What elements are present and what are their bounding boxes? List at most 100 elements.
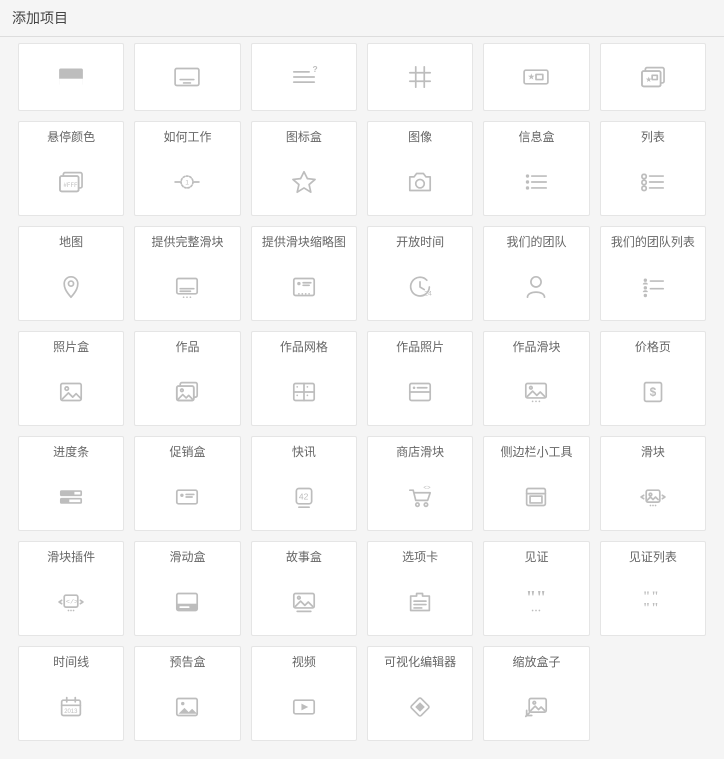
grid-item-slider[interactable]: 滑块 (600, 436, 706, 531)
grid-item-portfolio-photo[interactable]: 作品照片 (367, 331, 473, 426)
grid-item-icon-box[interactable]: 图标盒 (251, 121, 357, 216)
item-label: 进度条 (19, 437, 123, 464)
visual-editor-icon (368, 674, 472, 740)
item-label: 列表 (601, 122, 705, 149)
grid-item-info-box[interactable]: 信息盒 (483, 121, 589, 216)
number-badge-icon: 42 (252, 464, 356, 530)
grid-item-portfolio-grid[interactable]: 作品网格 (251, 331, 357, 426)
grid-item-pricing[interactable]: 价格页 $ (600, 331, 706, 426)
item-label: 滑动盒 (135, 542, 239, 569)
grid-item-tabs[interactable]: 选项卡 (367, 541, 473, 636)
item-grid: ? ★ ★ 悬停颜色 #FFF 如何工作 1 图标盒 (0, 37, 724, 759)
item-label: 信息盒 (484, 122, 588, 149)
grid-item-image[interactable]: 图像 (367, 121, 473, 216)
slider-thumb-icon (252, 254, 356, 320)
photo-icon (19, 359, 123, 425)
svg-text:2013: 2013 (64, 709, 78, 715)
item-label: 图像 (368, 122, 472, 149)
item-label: 提供完整滑块 (135, 227, 239, 254)
svg-text:★: ★ (645, 75, 652, 84)
grid-item-story-box[interactable]: 故事盒 (251, 541, 357, 636)
grid-item-zoom-box[interactable]: 缩放盒子 (483, 646, 589, 741)
promo-box-icon (135, 464, 239, 530)
video-icon (252, 674, 356, 740)
grid-item[interactable]: ★ (483, 43, 589, 111)
item-label: 可视化编辑器 (368, 647, 472, 674)
grid-item-video[interactable]: 视频 (251, 646, 357, 741)
map-pin-icon (19, 254, 123, 320)
grid-item-trailer-box[interactable]: 预告盒 (134, 646, 240, 741)
svg-text:?: ? (312, 64, 317, 74)
grid-item-progress-bar[interactable]: 进度条 (18, 436, 124, 531)
feature-list-icon (601, 149, 705, 215)
quotes-list-icon: """" (601, 569, 705, 635)
grid-item-testimonials-list[interactable]: 见证列表 """" (600, 541, 706, 636)
grid-item-offer-slider-full[interactable]: 提供完整滑块 (134, 226, 240, 321)
grid-item-hover-color[interactable]: 悬停颜色 #FFF (18, 121, 124, 216)
grid-item-our-team-list[interactable]: 我们的团队列表 (600, 226, 706, 321)
page-title: 添加项目 (12, 10, 68, 26)
item-label: 促销盒 (135, 437, 239, 464)
item-label: 价格页 (601, 332, 705, 359)
star-icon (252, 149, 356, 215)
item-label: 开放时间 (368, 227, 472, 254)
tabs-icon (368, 569, 472, 635)
grid-item-quick-fact[interactable]: 快讯 42 (251, 436, 357, 531)
item-label: 作品滑块 (484, 332, 588, 359)
grid-item-list[interactable]: 列表 (600, 121, 706, 216)
grid-item-portfolio[interactable]: 作品 (134, 331, 240, 426)
grid-item-offer-slider-thumb[interactable]: 提供滑块缩略图 (251, 226, 357, 321)
grid-item[interactable]: ? (251, 43, 357, 111)
grid-item[interactable] (134, 43, 240, 111)
shopping-cart-icon: <> (368, 464, 472, 530)
grid-item-sidebar-widget[interactable]: 侧边栏小工具 (483, 436, 589, 531)
svg-text:<>: <> (424, 484, 432, 491)
calendar-icon: 2013 (19, 674, 123, 740)
grid-item-slider-plugin[interactable]: 滑块插件 </> (18, 541, 124, 636)
item-label: 滑块 (601, 437, 705, 464)
grid-item[interactable] (367, 43, 473, 111)
slider-icon (601, 464, 705, 530)
person-icon (484, 254, 588, 320)
icon-3-question-list: ? (252, 44, 356, 110)
grid-item-opening-hours[interactable]: 开放时间 24 (367, 226, 473, 321)
grid-item-visual-editor[interactable]: 可视化编辑器 (367, 646, 473, 741)
grid-item-sliding-box[interactable]: 滑动盒 (134, 541, 240, 636)
portfolio-stack-icon (135, 359, 239, 425)
grid-item-testimonials[interactable]: 见证 "" (483, 541, 589, 636)
item-label: 时间线 (19, 647, 123, 674)
grid-item-photo-box[interactable]: 照片盒 (18, 331, 124, 426)
item-label: 如何工作 (135, 122, 239, 149)
person-list-icon (601, 254, 705, 320)
how-it-works-icon: 1 (135, 149, 239, 215)
icon-6-gallery-stack: ★ (601, 44, 705, 110)
svg-text:</>: </> (66, 599, 78, 607)
grid-item[interactable]: ★ (600, 43, 706, 111)
grid-item-map[interactable]: 地图 (18, 226, 124, 321)
grid-item-how-it-works[interactable]: 如何工作 1 (134, 121, 240, 216)
svg-text:": " (651, 600, 659, 615)
icon-5-star-card: ★ (484, 44, 588, 110)
item-label: 见证 (484, 542, 588, 569)
grid-item-timeline[interactable]: 时间线 2013 (18, 646, 124, 741)
item-label: 预告盒 (135, 647, 239, 674)
grid-item-shop-slider[interactable]: 商店滑块 <> (367, 436, 473, 531)
svg-text:#FFF: #FFF (64, 182, 79, 189)
grid-item-promo-box[interactable]: 促销盒 (134, 436, 240, 531)
grid-item-portfolio-slider[interactable]: 作品滑块 (483, 331, 589, 426)
item-label: 作品 (135, 332, 239, 359)
svg-text:$: $ (649, 385, 656, 399)
item-label: 图标盒 (252, 122, 356, 149)
window-icon (484, 464, 588, 530)
progress-bar-icon (19, 464, 123, 530)
grid-item-our-team[interactable]: 我们的团队 (483, 226, 589, 321)
grid-item[interactable] (18, 43, 124, 111)
trailer-box-icon (135, 674, 239, 740)
header: 添加项目 (0, 0, 724, 37)
item-label: 见证列表 (601, 542, 705, 569)
item-label: 提供滑块缩略图 (252, 227, 356, 254)
item-label: 选项卡 (368, 542, 472, 569)
hover-color-icon: #FFF (19, 149, 123, 215)
portfolio-slider-icon (484, 359, 588, 425)
icon-2-card (135, 44, 239, 110)
